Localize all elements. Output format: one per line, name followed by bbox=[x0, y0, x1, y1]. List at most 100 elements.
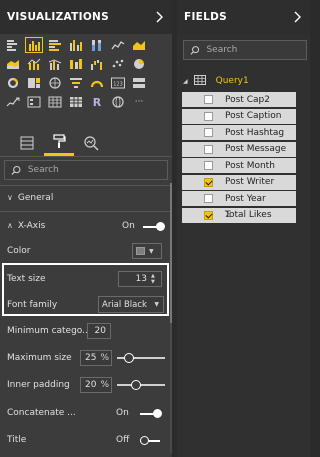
line-and-clustered-column-chart-icon[interactable] bbox=[46, 56, 64, 72]
query-table-row[interactable]: ◢ Query1 bbox=[183, 74, 249, 88]
concatenate-toggle[interactable] bbox=[140, 409, 162, 418]
field-checkbox[interactable] bbox=[204, 161, 213, 170]
title-toggle-state: Off bbox=[116, 435, 130, 445]
r-visual-icon[interactable]: R bbox=[88, 94, 106, 110]
card-icon[interactable]: 123 bbox=[109, 75, 127, 91]
line-chart-icon[interactable] bbox=[109, 37, 127, 53]
chevron-down-icon: ▼ bbox=[154, 301, 159, 308]
field-checkbox[interactable] bbox=[204, 144, 213, 154]
matrix-icon[interactable] bbox=[67, 94, 85, 110]
scatter-chart-icon[interactable] bbox=[109, 56, 127, 72]
font-family-dropdown[interactable]: Arial Black ▼ bbox=[98, 296, 164, 313]
kpi-icon[interactable] bbox=[4, 94, 22, 110]
expand-triangle-icon[interactable]: ◢ bbox=[183, 78, 188, 85]
field-checkbox[interactable] bbox=[204, 128, 213, 137]
fields-search-box[interactable] bbox=[183, 40, 307, 60]
inner-padding-slider[interactable] bbox=[117, 380, 165, 390]
clustered-column-chart-icon[interactable] bbox=[67, 37, 85, 53]
title-toggle[interactable] bbox=[140, 436, 162, 445]
field-item[interactable]: Post Message bbox=[182, 141, 296, 157]
color-picker[interactable]: ▼ bbox=[132, 243, 162, 259]
field-item[interactable]: Post Hashtag bbox=[182, 125, 296, 140]
title-row: Title Off bbox=[0, 429, 172, 451]
general-section-header[interactable]: ∨ General bbox=[0, 187, 172, 209]
maximum-size-slider[interactable] bbox=[117, 353, 165, 363]
field-checkbox[interactable] bbox=[204, 111, 213, 121]
paint-roller-icon bbox=[53, 134, 66, 148]
fields-pane: FIELDS ◢ Query1 bbox=[177, 0, 310, 457]
maximum-size-unit: % bbox=[100, 353, 109, 363]
chevron-down-icon: ∨ bbox=[7, 193, 13, 202]
tab-analytics[interactable] bbox=[76, 129, 106, 156]
treemap-icon[interactable] bbox=[25, 75, 43, 91]
field-item[interactable]: Post Cap2 bbox=[182, 92, 296, 107]
field-item[interactable]: Post Year bbox=[182, 191, 296, 206]
divider bbox=[0, 185, 170, 186]
field-item[interactable]: Post Month bbox=[182, 158, 296, 173]
concatenate-toggle-state: On bbox=[116, 408, 129, 418]
maximum-size-row: Maximum size 25% bbox=[0, 347, 172, 369]
chevron-down-icon: ▼ bbox=[149, 247, 154, 255]
format-search-input[interactable] bbox=[27, 165, 167, 175]
field-checkbox[interactable] bbox=[204, 177, 213, 187]
inner-padding-input[interactable]: 20% bbox=[80, 377, 112, 393]
map-icon[interactable] bbox=[46, 75, 64, 91]
ribbon-chart-icon[interactable] bbox=[67, 56, 85, 72]
stacked-area-chart-icon[interactable] bbox=[4, 56, 22, 72]
format-scrollbar[interactable] bbox=[170, 183, 172, 453]
spinner-arrows-icon[interactable]: ▲ ▼ bbox=[151, 272, 159, 286]
field-item[interactable]: Post Caption bbox=[182, 108, 296, 124]
minimum-category-input[interactable]: 20 bbox=[87, 323, 111, 339]
title-label: Title bbox=[7, 435, 27, 445]
field-name: Post Caption bbox=[225, 111, 282, 121]
inner-padding-unit: % bbox=[100, 380, 109, 390]
format-search-box[interactable] bbox=[4, 160, 168, 180]
field-checkbox[interactable] bbox=[204, 210, 213, 220]
svg-text:123: 123 bbox=[113, 82, 123, 88]
concatenate-row: Concatenate ... On bbox=[0, 402, 172, 424]
minimum-category-label: Minimum catego... bbox=[7, 326, 91, 336]
field-item[interactable]: Post Writer bbox=[182, 174, 296, 190]
maximum-size-label: Maximum size bbox=[7, 353, 72, 363]
color-row: Color ▼ bbox=[0, 240, 172, 262]
field-item[interactable]: Σ Total Likes bbox=[182, 207, 296, 223]
multi-row-card-icon[interactable] bbox=[130, 75, 148, 91]
globe-icon[interactable] bbox=[109, 94, 127, 110]
fields-header: FIELDS bbox=[177, 0, 310, 34]
tab-format[interactable] bbox=[44, 129, 74, 156]
funnel-icon[interactable] bbox=[67, 75, 85, 91]
visualizations-pane: VISUALIZATIONS 123 R ··· Search ∨ Genera… bbox=[0, 0, 172, 457]
collapse-visualizations-chevron-icon[interactable] bbox=[155, 10, 165, 24]
x-axis-section-header[interactable]: ∧ X-Axis On bbox=[0, 215, 172, 237]
fields-search-input[interactable] bbox=[206, 45, 306, 55]
pie-chart-icon[interactable] bbox=[130, 56, 148, 72]
text-size-label: Text size bbox=[7, 274, 46, 284]
more-visuals-ellipsis-icon[interactable]: ··· bbox=[130, 94, 148, 110]
maximum-size-input[interactable]: 25% bbox=[80, 350, 112, 366]
stacked-column-chart-icon[interactable] bbox=[25, 37, 43, 53]
field-name: Post Year bbox=[225, 193, 266, 204]
field-name: Post Message bbox=[225, 144, 287, 154]
general-label: General bbox=[17, 193, 54, 203]
waterfall-chart-icon[interactable] bbox=[88, 56, 106, 72]
100-percent-column-chart-icon[interactable] bbox=[88, 37, 106, 53]
table-icon[interactable] bbox=[46, 94, 64, 110]
tab-fields-wells[interactable] bbox=[12, 129, 42, 156]
area-chart-icon[interactable] bbox=[130, 37, 148, 53]
field-name: Post Cap2 bbox=[225, 94, 270, 105]
collapse-fields-chevron-icon[interactable] bbox=[293, 10, 303, 24]
field-checkbox[interactable] bbox=[204, 95, 213, 104]
text-size-row: Text size 13 ▲ ▼ bbox=[0, 268, 172, 290]
donut-chart-icon[interactable] bbox=[4, 75, 22, 91]
field-checkbox[interactable] bbox=[204, 194, 213, 203]
gauge-icon[interactable] bbox=[88, 75, 106, 91]
line-and-stacked-column-chart-icon[interactable] bbox=[25, 56, 43, 72]
clustered-bar-chart-icon[interactable] bbox=[46, 37, 64, 53]
scrollbar-thumb[interactable] bbox=[170, 183, 172, 323]
x-axis-toggle[interactable] bbox=[143, 222, 165, 231]
visual-tabs bbox=[0, 129, 172, 157]
stacked-bar-chart-icon[interactable] bbox=[4, 37, 22, 53]
x-axis-toggle-state: On bbox=[122, 221, 135, 231]
slicer-icon[interactable] bbox=[25, 94, 43, 110]
text-size-input[interactable]: 13 ▲ ▼ bbox=[118, 271, 162, 287]
